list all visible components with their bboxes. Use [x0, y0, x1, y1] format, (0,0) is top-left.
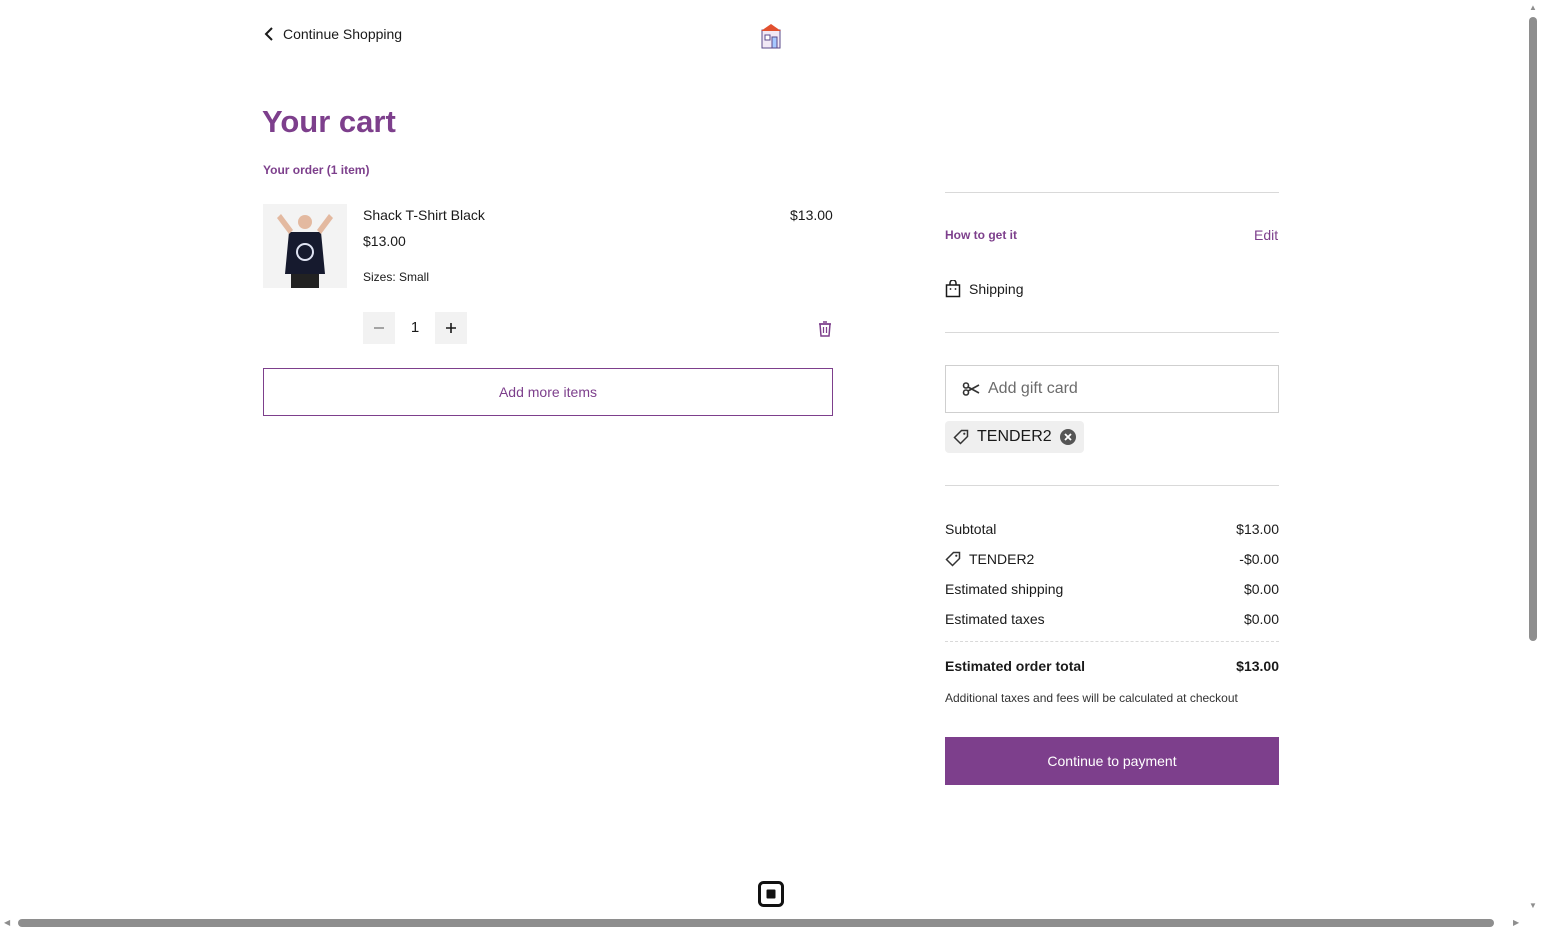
remove-coupon-icon[interactable]	[1059, 429, 1076, 445]
product-name: Shack T-Shirt Black	[363, 207, 485, 223]
chevron-left-icon	[264, 27, 273, 41]
product-line-total: $13.00	[790, 207, 833, 223]
remove-item-button[interactable]	[816, 319, 834, 339]
coupon-code: TENDER2	[977, 428, 1052, 445]
tag-icon	[945, 551, 961, 567]
edit-fulfillment-link[interactable]: Edit	[1254, 227, 1278, 243]
checkout-note: Additional taxes and fees will be calcul…	[945, 691, 1238, 705]
scroll-down-arrow-icon[interactable]: ▼	[1529, 901, 1537, 910]
increase-quantity-button[interactable]	[435, 312, 467, 344]
continue-shopping-label: Continue Shopping	[283, 26, 403, 42]
order-count: Your order (1 item)	[263, 163, 370, 177]
gift-card-input[interactable]	[988, 380, 1248, 398]
subtotal-value: $13.00	[1236, 521, 1279, 537]
scissors-icon	[962, 382, 980, 396]
minus-icon	[374, 327, 384, 329]
horizontal-scroll-thumb[interactable]	[18, 919, 1494, 927]
total-label: Estimated order total	[945, 658, 1086, 674]
subtotal-row: Subtotal $13.00	[945, 521, 1279, 537]
total-row: Estimated order total $13.00	[945, 658, 1279, 674]
divider	[945, 332, 1279, 333]
continue-to-payment-button[interactable]: Continue to payment	[945, 737, 1279, 785]
continue-shopping-link[interactable]: Continue Shopping	[263, 26, 402, 42]
shipping-row: Estimated shipping $0.00	[945, 581, 1279, 597]
tag-icon	[953, 429, 969, 445]
divider	[945, 485, 1279, 486]
shipping-method: Shipping	[945, 280, 1024, 298]
shipping-value: $0.00	[1243, 581, 1279, 597]
divider	[945, 192, 1279, 193]
product-size: Sizes: Small	[363, 270, 430, 284]
scroll-up-arrow-icon[interactable]: ▲	[1529, 3, 1537, 12]
subtotal-label: Subtotal	[945, 521, 997, 537]
page-title: Your cart	[262, 104, 396, 139]
total-value: $13.00	[1236, 658, 1279, 674]
taxes-row: Estimated taxes $0.00	[945, 611, 1279, 627]
vertical-scroll-thumb[interactable]	[1529, 17, 1537, 641]
product-unit-price: $13.00	[363, 233, 406, 249]
shipping-method-label: Shipping	[969, 281, 1024, 297]
shipping-label: Estimated shipping	[945, 581, 1064, 597]
gift-card-field[interactable]	[945, 365, 1279, 413]
decrease-quantity-button[interactable]	[363, 312, 395, 344]
plus-icon	[446, 323, 456, 333]
trash-icon	[819, 321, 831, 337]
scroll-right-arrow-icon[interactable]: ▶	[1513, 918, 1519, 927]
dashed-divider	[945, 641, 1279, 642]
square-logo-icon	[758, 881, 784, 907]
discount-label: TENDER2	[969, 551, 1035, 567]
taxes-value: $0.00	[1243, 611, 1279, 627]
product-image	[263, 204, 347, 288]
taxes-label: Estimated taxes	[945, 611, 1045, 627]
fulfillment-label: How to get it	[945, 228, 1017, 242]
discount-row: TENDER2 -$0.00	[945, 551, 1279, 567]
discount-value: -$0.00	[1239, 551, 1279, 567]
store-logo[interactable]	[759, 22, 783, 50]
add-more-items-button[interactable]: Add more items	[263, 368, 833, 416]
scroll-left-arrow-icon[interactable]: ◀	[4, 918, 10, 927]
shopping-bag-icon	[945, 280, 961, 298]
quantity-value: 1	[410, 319, 420, 336]
applied-coupon-chip: TENDER2	[945, 421, 1084, 453]
